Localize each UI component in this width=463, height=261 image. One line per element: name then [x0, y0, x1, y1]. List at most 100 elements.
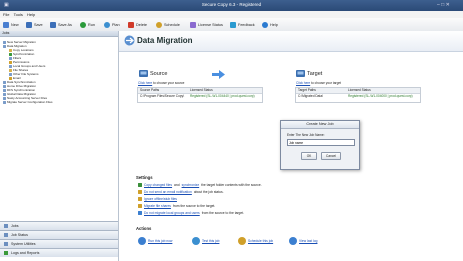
logs-icon [4, 251, 8, 256]
setting-connector: and [174, 182, 180, 187]
target-click-here-link[interactable]: Click here [296, 81, 310, 85]
tree-item-migrate-server-config[interactable]: Migrate Server Configuration Files [3, 100, 53, 104]
source-choose-text: to choose your source [153, 81, 185, 85]
plan-button[interactable]: Plan [104, 21, 120, 28]
clock-icon [156, 21, 162, 28]
delete-button[interactable]: Delete [128, 21, 147, 28]
run-icon [138, 236, 146, 245]
target-paths-grid: Target Paths Licensed Status C:\Migrated … [295, 87, 421, 103]
delete-icon [128, 21, 134, 28]
jobs-icon [4, 224, 8, 229]
target-choose-row: Click here to choose your target [296, 81, 341, 85]
actions-title: Actions [136, 226, 152, 231]
source-paths-grid: Source Paths Licensed Status C:\Program F… [137, 87, 263, 103]
source-status-cell: Registered (SL-W1-004440 | prod.quest.co… [190, 94, 255, 98]
setting-local-groups: Do not migrate local groups and users fro… [138, 210, 244, 215]
job-icon [3, 44, 6, 48]
help-icon [262, 21, 268, 28]
setting-text: from the source to the target. [201, 210, 245, 215]
nav-system-utilities[interactable]: System Utilities [0, 239, 118, 248]
local-groups-link[interactable]: Do not migrate local groups and users [144, 211, 200, 215]
window-controls[interactable]: – □ ✕ [437, 2, 450, 8]
window-title: Secure Copy 6.3 - Registered [201, 2, 262, 7]
jobs-panel: Jobs New Server Migration Data Migration… [0, 31, 119, 261]
new-button[interactable]: New [3, 21, 19, 28]
target-license-header: Licensed Status [348, 88, 371, 92]
setting-text: from the source to the target. [172, 203, 216, 208]
clock-icon [238, 236, 246, 245]
dialog-title: Create New Job [281, 121, 359, 129]
cancel-button[interactable]: Cancel [321, 152, 341, 160]
synchronize-link[interactable]: synchronize [182, 183, 200, 187]
setting-text: about the job status. [193, 189, 224, 194]
users-icon [138, 210, 142, 215]
setting-copy-changed: Copy changed files and synchronize the targ… [138, 182, 262, 187]
target-status-cell: Registered (SL-W1-004000 | prod.quest.co… [348, 94, 413, 98]
migrate-shares-link[interactable]: Migrate file shares [144, 204, 171, 208]
copy-changed-files-link[interactable]: Copy changed files [144, 183, 172, 187]
offline-files-icon [138, 196, 142, 201]
target-choose-text: to choose your target [311, 81, 342, 85]
share-icon [138, 203, 142, 208]
schedule-job-action[interactable]: Schedule this job [238, 236, 273, 245]
run-job-action[interactable]: Run this job now [138, 236, 172, 245]
data-migration-icon [124, 35, 135, 46]
source-choose-row: Click here to choose your source [138, 81, 184, 85]
save-as-icon [50, 21, 56, 28]
run-icon [80, 21, 86, 28]
title-bar: Secure Copy 6.3 - Registered ▣ – □ ✕ [0, 0, 463, 11]
source-paths-header: Source Paths [140, 88, 160, 92]
setting-text: the target folder contents with the sour… [201, 182, 262, 187]
sync-icon [138, 182, 142, 187]
jobs-panel-title: Jobs [0, 31, 118, 37]
page-title: Data Migration [137, 36, 193, 45]
new-icon [3, 21, 9, 28]
ignore-offline-link[interactable]: Ignore offline/stub files [144, 197, 177, 201]
log-icon [289, 236, 297, 245]
job-status-icon [4, 233, 8, 238]
app-icon: ▣ [4, 2, 9, 8]
help-button[interactable]: Help [262, 21, 278, 28]
test-job-action[interactable]: Test this job [192, 236, 219, 245]
target-title: Target [307, 71, 323, 77]
target-paths-header: Target Paths [298, 88, 316, 92]
source-icon [139, 70, 148, 77]
create-new-job-dialog: Create New Job Enter The New Job Name: O… [280, 120, 360, 170]
plan-icon [104, 21, 110, 28]
source-path-cell: C:\Program Files\Secure Copy\ [140, 94, 185, 98]
save-icon [26, 21, 32, 28]
utilities-icon [4, 242, 8, 247]
email-icon [138, 189, 142, 194]
email-notification-link[interactable]: Do not send an email notification [144, 190, 192, 194]
job-icon [3, 100, 6, 104]
schedule-button[interactable]: Schedule [156, 21, 180, 28]
dialog-prompt: Enter The New Job Name: [287, 133, 325, 137]
setting-email: Do not send an email notification about t… [138, 189, 224, 194]
setting-file-shares: Migrate file shares from the source to th… [138, 203, 215, 208]
test-icon [192, 236, 200, 245]
table-row[interactable]: C:\Migrated Data\ Registered (SL-W1-00400… [296, 94, 420, 99]
source-click-here-link[interactable]: Click here [138, 81, 152, 85]
menu-tools[interactable]: Tools [14, 12, 23, 17]
target-path-cell: C:\Migrated Data\ [298, 94, 323, 98]
feedback-button[interactable]: Feedback [230, 21, 255, 28]
save-as-button[interactable]: Save As [50, 21, 72, 28]
menu-help[interactable]: Help [27, 12, 35, 17]
run-button[interactable]: Run [80, 21, 95, 28]
table-row[interactable]: C:\Program Files\Secure Copy\ Registered … [138, 94, 262, 99]
ok-button[interactable]: OK [301, 152, 317, 160]
nav-logs-and-reports[interactable]: Logs and Reports [0, 248, 118, 257]
arrow-right-icon [212, 70, 225, 79]
menu-file[interactable]: File [3, 12, 9, 17]
license-icon [190, 21, 196, 28]
license-status-button[interactable]: License Status [190, 21, 223, 28]
nav-jobs[interactable]: Jobs [0, 221, 118, 230]
nav-job-status[interactable]: Job Status [0, 230, 118, 239]
source-title: Source [150, 71, 168, 77]
target-icon [296, 70, 305, 77]
save-button[interactable]: Save [26, 21, 43, 28]
toolbar: New Save Save As Run Plan Delete Schedul… [0, 18, 463, 32]
job-name-input[interactable] [287, 139, 355, 146]
settings-title: Settings [136, 175, 153, 180]
view-log-action[interactable]: View last log [289, 236, 317, 245]
